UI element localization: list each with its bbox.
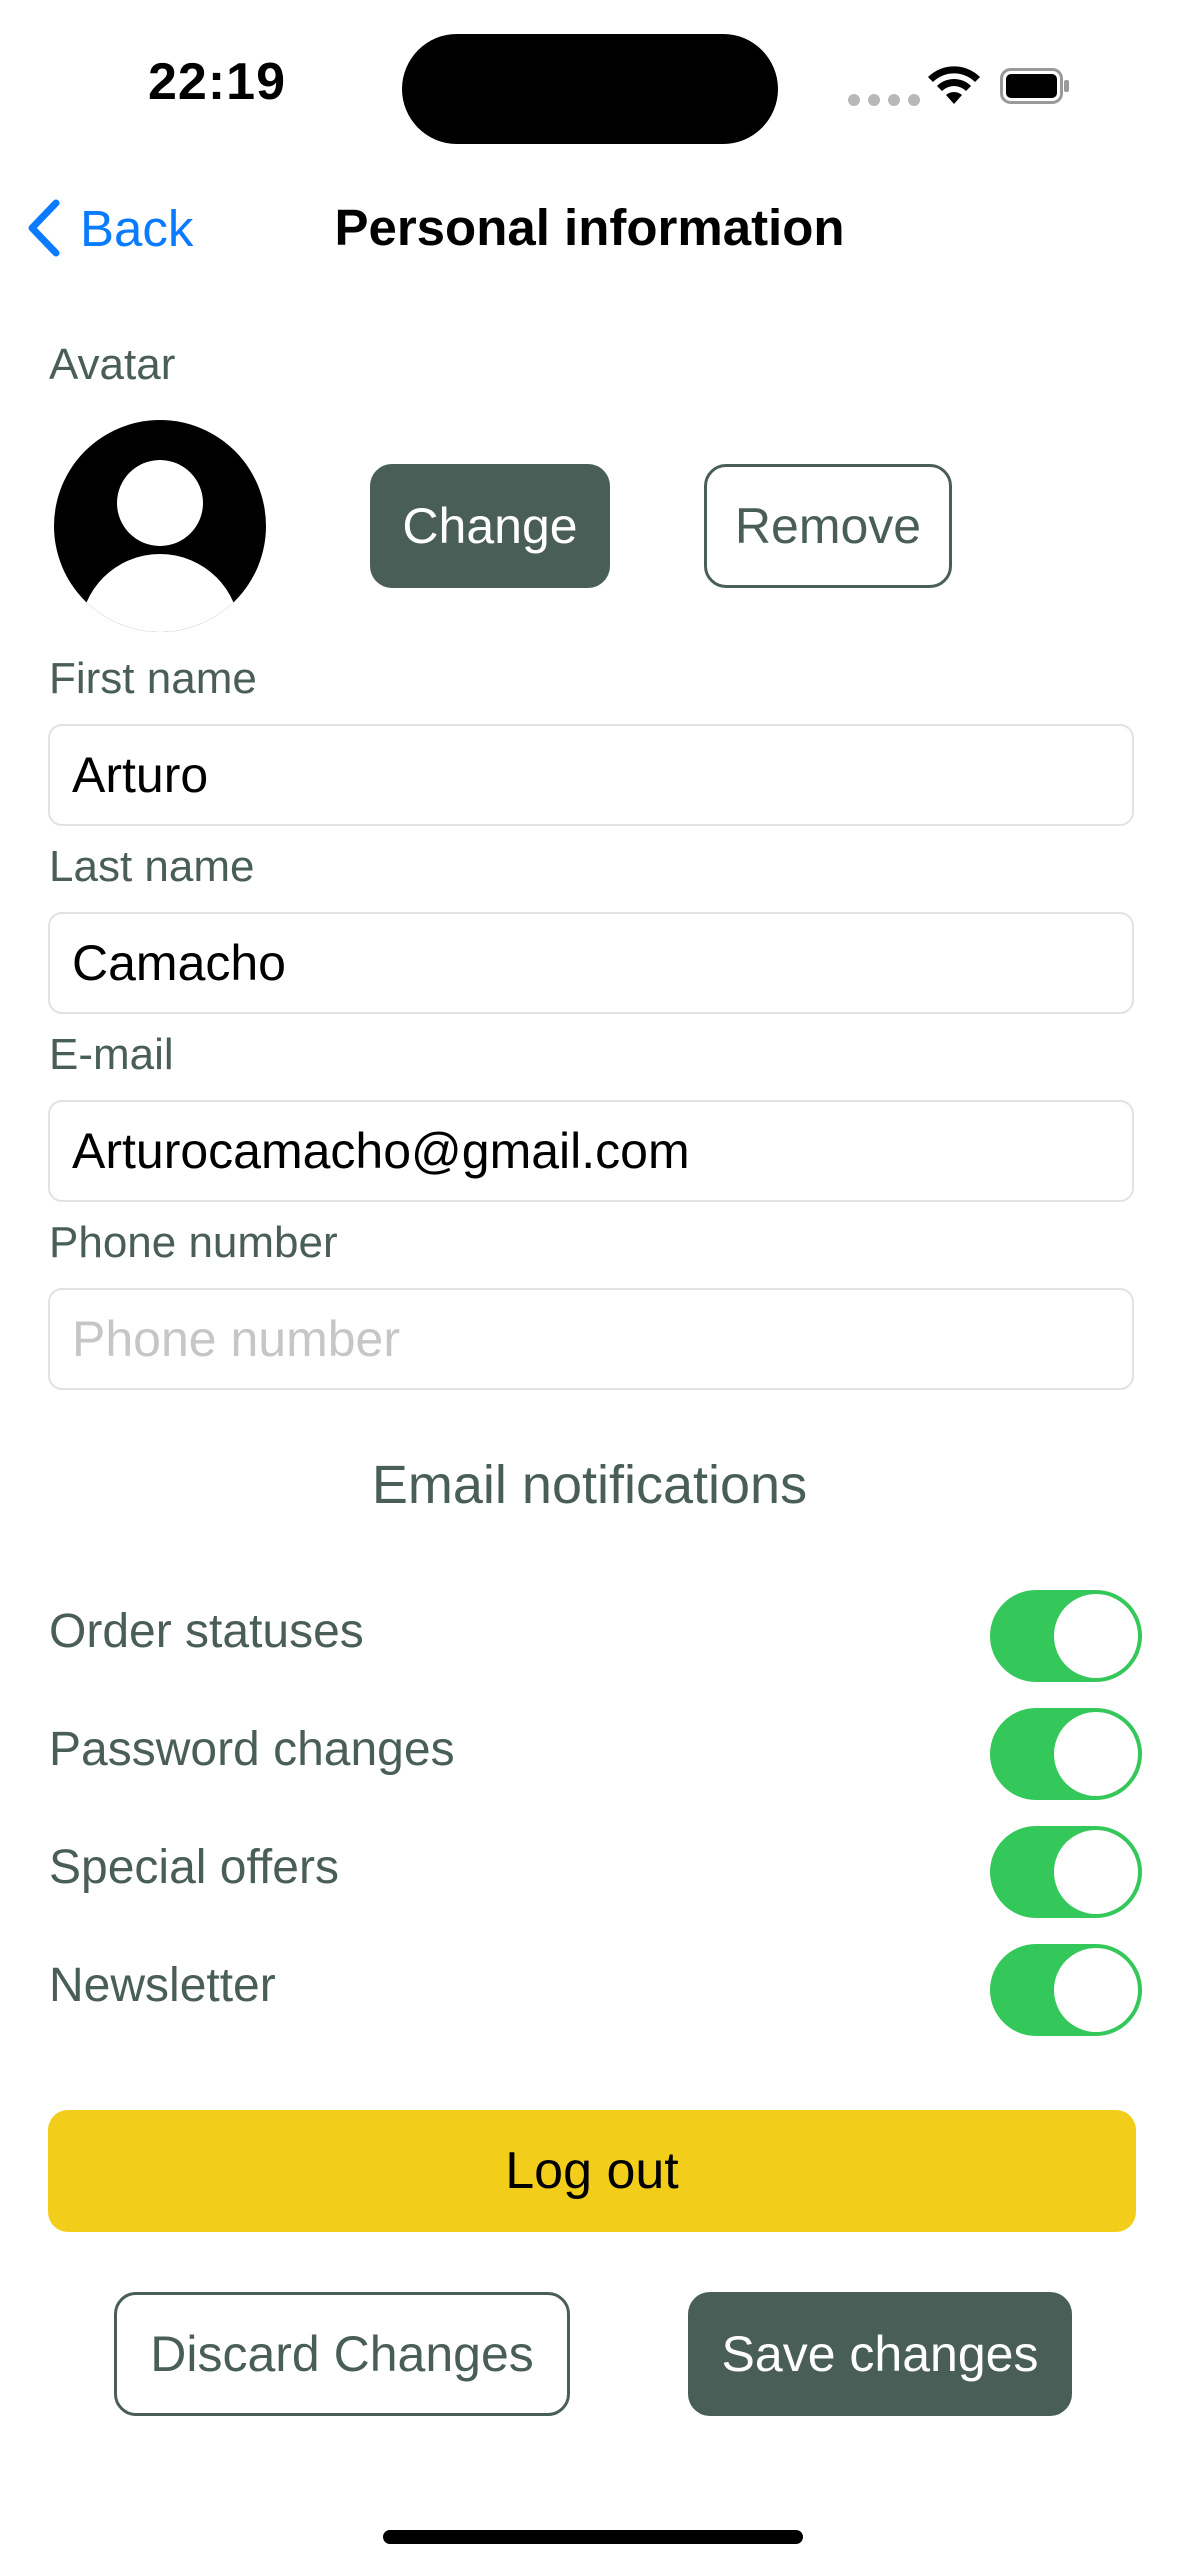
toggle-label-password-changes: Password changes — [49, 1723, 455, 1776]
avatar[interactable] — [54, 420, 266, 632]
email-field[interactable] — [48, 1100, 1134, 1202]
discard-changes-button[interactable]: Discard Changes — [114, 2292, 570, 2416]
toggle-label-newsletter: Newsletter — [49, 1959, 276, 2012]
toggle-label-special-offers: Special offers — [49, 1841, 339, 1894]
email-label: E-mail — [49, 1030, 174, 1079]
avatar-label: Avatar — [49, 340, 176, 389]
page-title: Personal information — [334, 199, 845, 256]
personal-information-screen: 22:19 Back Personal information Avatar C… — [0, 0, 1179, 2556]
logout-button[interactable]: Log out — [48, 2110, 1136, 2232]
first-name-label: First name — [49, 654, 257, 703]
dynamic-island — [402, 34, 778, 144]
last-name-field[interactable] — [48, 912, 1134, 1014]
password-changes-toggle[interactable] — [990, 1708, 1142, 1800]
email-notifications-title: Email notifications — [371, 1455, 808, 1515]
cellular-signal-icon — [848, 94, 920, 106]
special-offers-toggle[interactable] — [990, 1826, 1142, 1918]
order-statuses-toggle[interactable] — [990, 1590, 1142, 1682]
remove-avatar-button[interactable]: Remove — [704, 464, 952, 588]
first-name-field[interactable] — [48, 724, 1134, 826]
home-indicator[interactable] — [383, 2530, 803, 2544]
toggle-label-order-statuses: Order statuses — [49, 1605, 364, 1658]
newsletter-toggle[interactable] — [990, 1944, 1142, 2036]
status-time: 22:19 — [148, 53, 286, 111]
last-name-label: Last name — [49, 842, 255, 891]
save-changes-button[interactable]: Save changes — [688, 2292, 1072, 2416]
battery-icon — [1000, 68, 1069, 104]
wifi-icon — [928, 66, 980, 104]
phone-number-field[interactable] — [48, 1288, 1134, 1390]
avatar-placeholder-icon — [117, 460, 203, 546]
phone-number-label: Phone number — [49, 1218, 338, 1267]
change-avatar-button[interactable]: Change — [370, 464, 610, 588]
